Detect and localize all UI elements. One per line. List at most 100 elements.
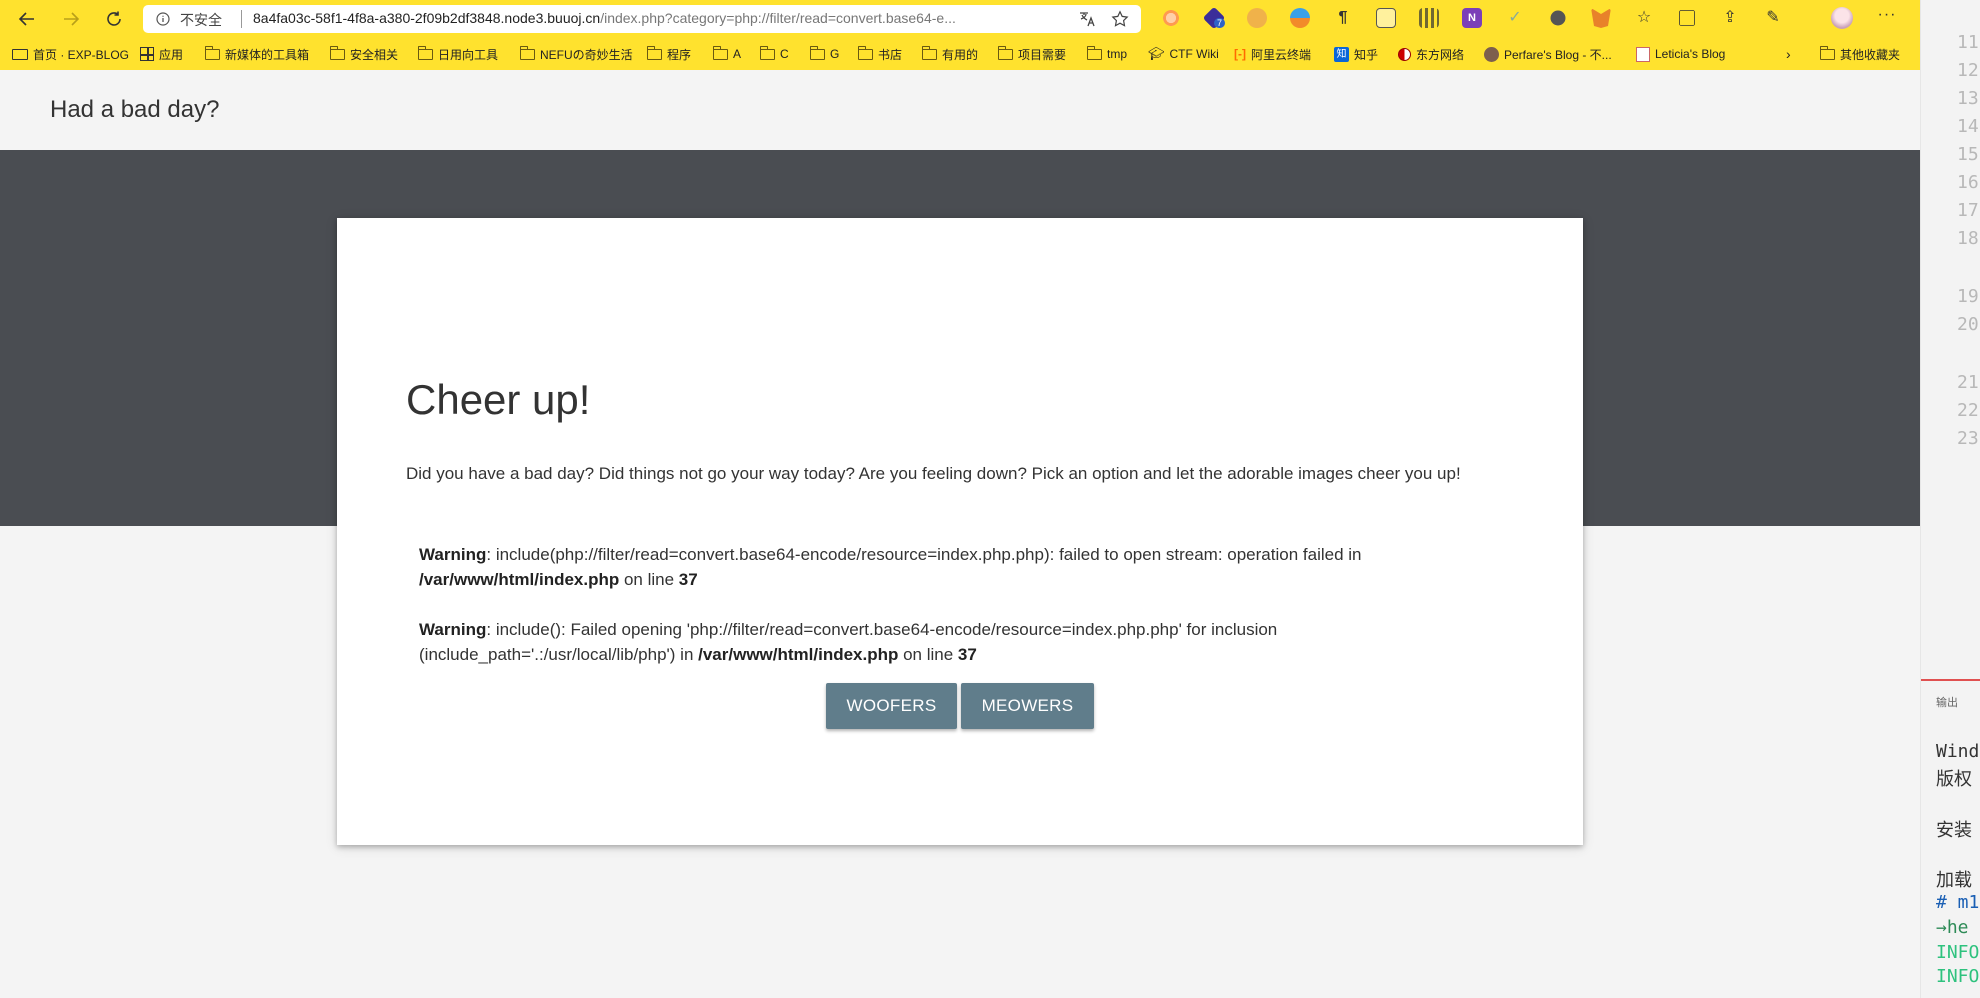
line-number: 21: [1957, 372, 1979, 393]
folder-icon: [921, 45, 937, 60]
chevron-right-icon: ›: [1786, 46, 1791, 62]
bookmark-folder[interactable]: C: [759, 45, 789, 63]
bookmark-label: 知乎: [1354, 47, 1379, 62]
pilcrow-icon[interactable]: ¶: [1333, 8, 1353, 28]
bookmark-folder[interactable]: A: [712, 45, 742, 63]
extension-ring-icon[interactable]: [1161, 8, 1181, 28]
url-text[interactable]: 8a4fa03c-58f1-4f8a-a380-2f09b2df3848.nod…: [253, 10, 1078, 26]
bookmark-folder[interactable]: 日用向工具: [417, 45, 499, 63]
site-header: Had a bad day?: [0, 70, 1920, 150]
bookmark-folder[interactable]: NEFUの奇妙生活: [519, 45, 633, 63]
bookmark-folder[interactable]: 安全相关: [329, 45, 398, 63]
folder-icon: [1086, 45, 1102, 60]
profile-avatar[interactable]: [1831, 7, 1853, 29]
bookmark-item[interactable]: 🎓︎ CTF Wiki: [1148, 45, 1219, 63]
folder-icon: [997, 45, 1013, 60]
bookmark-label: 程序: [667, 47, 692, 62]
bookmark-label: 东方网络: [1416, 47, 1465, 62]
more-menu-icon[interactable]: ···: [1877, 7, 1897, 28]
bookmark-label: 有用的: [942, 47, 979, 62]
bookmark-item[interactable]: Perfare's Blog - 不...: [1484, 45, 1612, 63]
qr-code-icon[interactable]: [1419, 8, 1439, 28]
bookmark-item[interactable]: 东方网络: [1398, 45, 1464, 63]
folder-icon: [329, 45, 345, 60]
folder-icon: [809, 45, 825, 60]
bookmarks-bar: 首页 · EXP-BLOG 应用 新媒体的工具箱 安全相关 日用向工具 NEFU…: [0, 38, 1920, 70]
line-number: 17: [1957, 200, 1979, 221]
page-viewport: Had a bad day? Cheer up! Did you have a …: [0, 70, 1920, 998]
terminal-line: 安装: [1936, 820, 1972, 841]
apps-grid-icon: [140, 47, 154, 61]
terminal-line: INFO: [1936, 966, 1980, 987]
bookmark-item[interactable]: 首页 · EXP-BLOG: [12, 45, 129, 63]
bookmark-folder[interactable]: 项目需要: [997, 45, 1066, 63]
favorites-list-icon[interactable]: ☆: [1634, 8, 1654, 28]
reload-button[interactable]: [99, 4, 129, 34]
other-bookmarks-folder[interactable]: 其他收藏夹: [1819, 45, 1900, 63]
blog-icon: [1636, 46, 1650, 62]
back-button[interactable]: [12, 4, 42, 34]
bookmark-folder[interactable]: G: [809, 45, 839, 63]
terminal-line: INFO: [1936, 942, 1980, 963]
line-number: 19: [1957, 286, 1979, 307]
folder-icon: [857, 45, 873, 60]
collections-icon[interactable]: [1679, 10, 1695, 26]
extension-image-icon[interactable]: [1376, 8, 1396, 28]
warning-label: Warning: [419, 545, 487, 564]
warning-file: /var/www/html/index.php: [419, 570, 620, 589]
bookmark-item[interactable]: 应用: [140, 45, 183, 63]
share-icon[interactable]: ⇪: [1720, 8, 1740, 28]
bookmark-label: 阿里云终端: [1251, 47, 1312, 62]
onenote-icon[interactable]: N: [1462, 8, 1482, 28]
aliyun-icon: [-]: [1234, 47, 1246, 61]
site-title[interactable]: Had a bad day?: [50, 96, 219, 124]
extension-face-icon[interactable]: [1247, 8, 1267, 28]
bookmark-folder[interactable]: 有用的: [921, 45, 979, 63]
translate-icon[interactable]: [1078, 10, 1096, 28]
avatar-icon: [1484, 46, 1499, 62]
bookmark-item[interactable]: [-] 阿里云终端: [1234, 45, 1311, 63]
favorite-star-icon[interactable]: [1111, 10, 1129, 28]
line-number: 16: [1957, 172, 1979, 193]
line-number: 13: [1957, 88, 1979, 109]
bookmark-item[interactable]: 知知乎: [1334, 45, 1378, 63]
line-number: 22: [1957, 400, 1979, 421]
line-number: 20: [1957, 314, 1979, 335]
forward-button[interactable]: [56, 4, 86, 34]
extension-gear-icon[interactable]: [1550, 10, 1566, 26]
metamask-fox-icon[interactable]: [1591, 8, 1611, 28]
url-path: /index.php?category=php://filter/read=co…: [600, 10, 956, 26]
extension-fox-icon[interactable]: [1290, 8, 1310, 28]
feedback-icon[interactable]: ✎: [1763, 8, 1783, 28]
bookmark-folder[interactable]: 程序: [646, 45, 692, 63]
card-title: Cheer up!: [406, 376, 591, 423]
warning-line-number: 37: [957, 645, 977, 664]
folder-icon: [204, 45, 220, 60]
extension-badge-count: 7: [1214, 18, 1226, 28]
forward-arrow-icon: [64, 12, 80, 26]
terminal-line: →he: [1936, 917, 1969, 938]
output-panel-label[interactable]: 输出: [1936, 694, 1958, 710]
bookmark-label: A: [733, 47, 742, 61]
line-number: 11: [1957, 32, 1979, 53]
warning-on-line: on line: [898, 645, 958, 664]
panel-divider: [1921, 679, 1980, 681]
bookmark-label: Leticia's Blog: [1655, 47, 1726, 61]
woofers-button[interactable]: WOOFERS: [826, 683, 957, 729]
bookmark-label: NEFUの奇妙生活: [540, 47, 633, 62]
address-bar[interactable]: 不安全 8a4fa03c-58f1-4f8a-a380-2f09b2df3848…: [143, 5, 1141, 33]
info-icon: [156, 12, 170, 26]
reload-icon: [107, 11, 121, 26]
bookmark-folder[interactable]: 书店: [857, 45, 902, 63]
bookmark-folder[interactable]: 新媒体的工具箱: [204, 45, 309, 63]
bookmark-label: 日用向工具: [438, 47, 499, 62]
meowers-button[interactable]: MEOWERS: [961, 683, 1094, 729]
bookmark-label: C: [780, 47, 789, 61]
warning-file: /var/www/html/index.php: [698, 645, 899, 664]
bookmark-item[interactable]: Leticia's Blog: [1636, 45, 1725, 63]
zhihu-icon: 知: [1334, 46, 1349, 62]
warning-label: Warning: [419, 620, 487, 639]
bookmarks-overflow-button[interactable]: ›: [1786, 45, 1791, 63]
bookmark-folder[interactable]: tmp: [1086, 45, 1127, 63]
checkmark-icon[interactable]: ✓: [1505, 8, 1525, 28]
